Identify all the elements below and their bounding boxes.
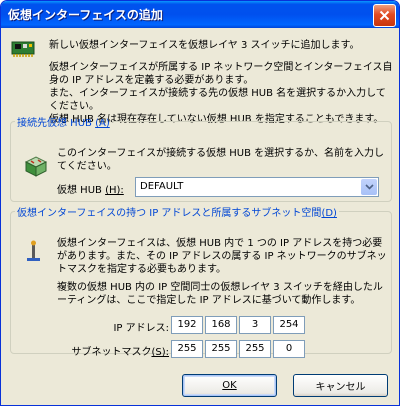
hub-group-legend: 接続先仮想 HUB (A) — [17, 118, 110, 129]
hub-field-label: 仮想 HUB (H): — [57, 185, 124, 196]
dialog-window: 仮想インターフェイスの追加 新しい仮想インターフェイスを仮想レイヤ 3 スイッチ… — [0, 0, 400, 406]
intro-line1: 新しい仮想インターフェイスを仮想レイヤ 3 スイッチに追加します。 — [49, 40, 360, 51]
cancel-button-label: キャンセル — [315, 382, 366, 393]
dropdown-arrow-button[interactable] — [361, 179, 377, 195]
ip-octet-1[interactable]: 192 — [171, 316, 203, 334]
ip-octet-3[interactable]: 3 — [239, 316, 271, 334]
hub-select[interactable]: DEFAULT — [135, 177, 379, 197]
ip-description-2: 複数の仮想 HUB 内の IP 空間同士の仮想レイヤ 3 スイッチを経由したルー… — [57, 282, 383, 306]
ip-octet-4[interactable]: 254 — [273, 316, 305, 334]
ip-octet-2[interactable]: 168 — [205, 316, 237, 334]
ok-button-label: OK — [222, 380, 237, 391]
ip-description-1: 仮想インターフェイスは、仮想 HUB 内で 1 つの IP アドレスを持つ必要が… — [57, 238, 387, 275]
mask-octet-1[interactable]: 255 — [171, 340, 203, 358]
mask-octet-2[interactable]: 255 — [205, 340, 237, 358]
ip-group-legend: 仮想インターフェイスの持つ IP アドレスと所属するサブネット空間(D) — [17, 208, 337, 219]
ip-address-input[interactable]: 192 168 3 254 — [171, 316, 307, 334]
ip-group: 仮想インターフェイスの持つ IP アドレスと所属するサブネット空間(D) 仮想イ… — [10, 204, 392, 358]
subnet-mask-input[interactable]: 255 255 255 0 — [171, 340, 307, 358]
hub-group: 接続先仮想 HUB (A) このインターフェイスが接続する仮想 HUB を選択す… — [10, 114, 392, 202]
mask-octet-4[interactable]: 0 — [273, 340, 305, 358]
ip-address-label: IP アドレス: — [113, 323, 169, 334]
network-card-icon — [11, 41, 35, 57]
subnet-mask-label: サブネットマスク(S): — [71, 347, 169, 358]
virtual-hub-icon — [24, 156, 48, 177]
hub-select-value: DEFAULT — [140, 181, 184, 192]
hub-description: このインターフェイスが接続する仮想 HUB を選択するか、名前を入力してください… — [57, 148, 384, 172]
ok-button[interactable]: OK — [182, 374, 277, 397]
ip-address-icon — [27, 240, 40, 261]
dialog-title: 仮想インターフェイスの追加 — [8, 8, 163, 22]
mask-octet-3[interactable]: 255 — [239, 340, 271, 358]
chevron-down-icon — [364, 184, 374, 190]
title-bar[interactable]: 仮想インターフェイスの追加 — [1, 1, 399, 28]
close-button[interactable] — [373, 4, 396, 27]
cancel-button[interactable]: キャンセル — [293, 374, 388, 397]
close-icon — [379, 10, 390, 21]
